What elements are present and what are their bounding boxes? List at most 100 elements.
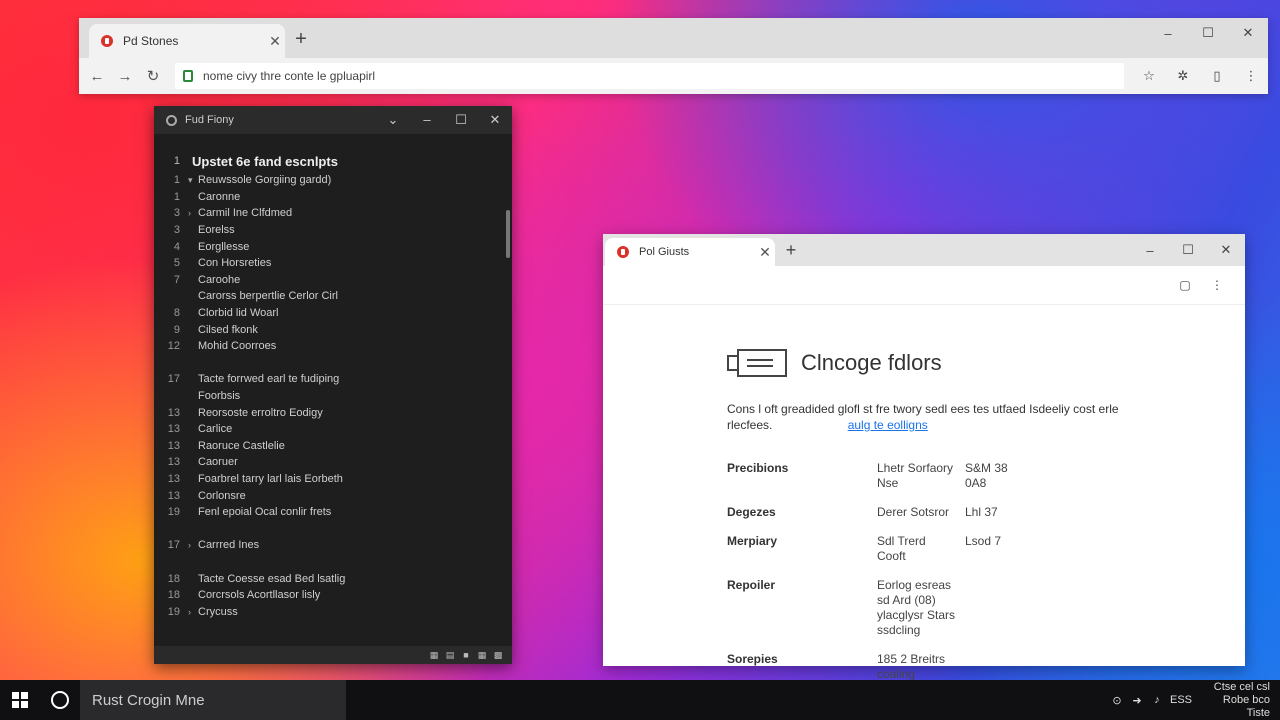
status-grid-icon[interactable]: ▦	[426, 650, 442, 661]
line-number: 17	[167, 539, 180, 552]
fold-arrow-icon[interactable]: ›	[188, 208, 198, 218]
editor-line[interactable]: 18 Corcrsols Acortllasor lisly	[154, 587, 512, 604]
address-bar[interactable]: nome civy thre conte le gpluapirl	[175, 63, 1124, 89]
editor-menu-chevron-icon[interactable]: ⌄	[376, 112, 410, 128]
detail-row: Precibions Lhetr Sorfaory S&M 38 Nse 0A8	[727, 461, 1245, 491]
editor-line[interactable]: 13 Corlonsre	[154, 487, 512, 504]
detail-value-1: Eorlog esreas sd Ard (08) ylacglysr Star…	[877, 578, 956, 622]
taskbar-search-text: Rust Crogin Mne	[92, 691, 205, 709]
editor-line[interactable]: Foorbsis	[154, 388, 512, 405]
tab-close-icon[interactable]: ✕	[265, 33, 285, 50]
page-header: Clncoge fdlors	[727, 349, 1245, 377]
line-number: 5	[173, 257, 180, 270]
detail-row: Sorepies 185 2 Breitrs coaling	[727, 652, 1245, 682]
editor-body[interactable]: 1 Upstet 6e fand escnlpts 1 ▾ Reuwssole Go…	[154, 134, 512, 646]
back-arrow-icon[interactable]: ←	[83, 62, 111, 90]
reading-list-icon[interactable]: ▢	[1169, 278, 1201, 292]
line-number: 1	[173, 155, 180, 167]
windows-logo-icon	[12, 692, 28, 708]
taskbar-search-box[interactable]: Rust Crogin Mne	[80, 680, 346, 720]
editor-line[interactable]: 13 Caoruer	[154, 454, 512, 471]
line-text: Tacte forrwed earl te fudiping	[198, 373, 340, 386]
line-number: 13	[167, 406, 180, 419]
editor-line[interactable]: Carorss berpertlie Cerlor Cirl	[154, 288, 512, 305]
top-browser-tab[interactable]: Pd Stones ✕	[89, 24, 285, 58]
editor-line[interactable]: 17 › Carrred Ines	[154, 537, 512, 554]
bookmark-star-icon[interactable]: ☆	[1132, 62, 1166, 90]
editor-line[interactable]: 13 Raoruce Castlelie	[154, 438, 512, 455]
detail-value: Lhetr Sorfaory S&M 38 Nse 0A8	[877, 461, 1008, 491]
line-text: Carorss berpertlie Cerlor Cirl	[198, 290, 338, 303]
editor-line[interactable]	[154, 520, 512, 537]
forward-arrow-icon[interactable]: →	[111, 62, 139, 90]
clock-line-2: Robe bco Tiste	[1222, 693, 1270, 719]
close-button[interactable]: ✕	[1207, 234, 1245, 266]
status-layout-icon[interactable]: ▦	[474, 650, 490, 661]
editor-line[interactable]: 9 Cilsed fkonk	[154, 321, 512, 338]
top-browser-window: Pd Stones ✕ + – ☐ ✕ ← → ↻ nome civy thre…	[79, 18, 1268, 94]
maximize-button[interactable]: ☐	[1188, 18, 1228, 48]
editor-line[interactable]: 3 › Carmil Ine Clfdmed	[154, 205, 512, 222]
network-icon[interactable]: ⊙	[1110, 694, 1124, 707]
detail-value-1: Derer Sotsror	[877, 505, 950, 519]
description-link[interactable]: aulg te eolligns	[848, 418, 928, 432]
minimize-button[interactable]: –	[1148, 18, 1188, 48]
editor-line[interactable]: 5 Con Horsreties	[154, 255, 512, 272]
editor-line[interactable]: 13 Reorsoste erroltro Eodigy	[154, 404, 512, 421]
reading-list-icon[interactable]: ▯	[1200, 62, 1234, 90]
editor-line[interactable]: 13 Carlice	[154, 421, 512, 438]
site-favicon-icon	[101, 35, 113, 47]
status-settings-icon[interactable]: ▩	[490, 650, 506, 661]
editor-line[interactable]: 8 Clorbid lid Woarl	[154, 305, 512, 322]
editor-line[interactable]	[154, 554, 512, 571]
line-text: Mohid Coorroes	[198, 340, 277, 353]
editor-line[interactable]: 1 ▾ Reuwssole Gorgiing gardd)	[154, 172, 512, 189]
line-number: 19	[167, 605, 180, 618]
line-text: Caoruer	[198, 456, 238, 469]
editor-minimize-button[interactable]: –	[410, 112, 444, 128]
cortana-icon[interactable]	[40, 691, 80, 709]
editor-line[interactable]: 3 Eorelss	[154, 222, 512, 239]
right-browser-tab[interactable]: Pol Giusts ✕	[605, 238, 775, 266]
menu-kebab-icon[interactable]: ⋮	[1234, 62, 1268, 90]
detail-key: Degezes	[727, 505, 776, 519]
fold-arrow-icon[interactable]: ›	[188, 607, 198, 617]
site-favicon-icon	[617, 246, 629, 258]
line-number: 13	[167, 456, 180, 469]
editor-line[interactable]: 1 Caronne	[154, 189, 512, 206]
clock[interactable]: Ctse cel csl Robe bco Tiste	[1198, 681, 1270, 720]
start-button[interactable]	[0, 680, 40, 720]
arrow-icon[interactable]: ➜	[1130, 694, 1144, 707]
editor-maximize-button[interactable]: ☐	[444, 112, 478, 128]
editor-line[interactable]: 13 Foarbrel tarry larl lais Eorbeth	[154, 471, 512, 488]
editor-line[interactable]: 19 › Crycuss	[154, 603, 512, 620]
close-button[interactable]: ✕	[1228, 18, 1268, 48]
tab-close-icon[interactable]: ✕	[755, 244, 775, 261]
editor-line[interactable]: 18 Tacte Coesse esad Bed lsatlig	[154, 570, 512, 587]
menu-kebab-icon[interactable]: ⋮	[1201, 278, 1233, 292]
new-tab-button[interactable]: +	[289, 27, 313, 51]
line-text: Eorelss	[198, 224, 235, 237]
editor-scrollbar[interactable]	[506, 210, 510, 258]
extension-icon[interactable]: ✲	[1166, 62, 1200, 90]
fold-arrow-icon[interactable]: ›	[188, 540, 198, 550]
editor-line[interactable]: 4 Eorgllesse	[154, 238, 512, 255]
editor-close-button[interactable]: ✕	[478, 112, 512, 128]
minimize-button[interactable]: –	[1131, 234, 1169, 266]
sound-icon[interactable]: ♪	[1150, 694, 1164, 706]
maximize-button[interactable]: ☐	[1169, 234, 1207, 266]
detail-key: Precibions	[727, 461, 789, 475]
line-number: 9	[173, 323, 180, 336]
editor-line[interactable]: 12 Mohid Coorroes	[154, 338, 512, 355]
editor-line[interactable]	[154, 355, 512, 372]
editor-line[interactable]: 19 Fenl epoial Ocal conlir frets	[154, 504, 512, 521]
editor-line[interactable]: 7 Caroohe	[154, 272, 512, 289]
editor-line[interactable]: 17 Tacte forrwed earl te fudiping	[154, 371, 512, 388]
status-list-icon[interactable]: ▤	[442, 650, 458, 661]
reload-icon[interactable]: ↻	[139, 62, 167, 90]
status-panel-icon[interactable]: ■	[458, 650, 474, 660]
cards-icon	[727, 349, 787, 377]
new-tab-button[interactable]: +	[779, 238, 803, 262]
fold-arrow-icon[interactable]: ▾	[188, 175, 198, 186]
page-title: Clncoge fdlors	[801, 350, 942, 375]
